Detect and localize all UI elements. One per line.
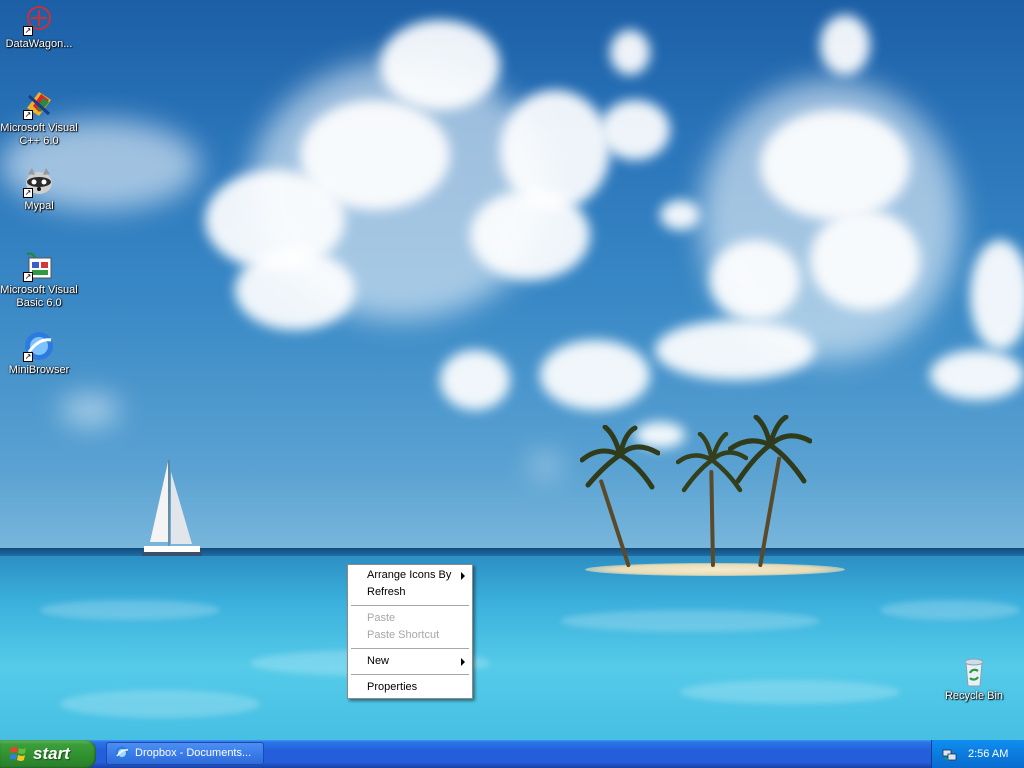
cloud (250, 60, 550, 320)
palm-fronds (728, 415, 812, 484)
cloud (610, 30, 650, 75)
cloud (530, 455, 560, 475)
water-ripple (560, 610, 820, 632)
taskbar-clock[interactable]: 2:56 AM (968, 740, 1008, 768)
cloud (970, 240, 1024, 350)
visual-cpp-icon: ↗ (23, 88, 55, 120)
menu-separator (351, 605, 469, 606)
desktop-icon-minibrowser[interactable]: ↗ MiniBrowser (0, 330, 78, 377)
cloud (600, 100, 670, 160)
start-label: start (33, 744, 70, 763)
datawagon-icon: ↗ (23, 4, 55, 36)
minibrowser-icon (115, 746, 129, 760)
cloud (700, 80, 960, 360)
menu-item-paste: Paste (350, 610, 470, 627)
water-ripple (680, 680, 900, 704)
cloud (820, 15, 870, 75)
menu-item-properties[interactable]: Properties (350, 679, 470, 696)
menu-item-label: New (367, 655, 390, 667)
desktop-icon-datawagon[interactable]: ↗ DataWagon... (0, 4, 78, 51)
desktop-context-menu: Arrange Icons By Refresh Paste Paste Sho… (347, 564, 473, 699)
minibrowser-icon: ↗ (23, 330, 55, 362)
menu-separator (351, 648, 469, 649)
desktop-icon-label: Mypal (24, 200, 54, 212)
mypal-raccoon-icon: ↗ (23, 166, 55, 198)
start-button[interactable]: start (0, 740, 96, 768)
taskbar-button-label: Dropbox - Documents... (135, 747, 252, 759)
menu-separator (351, 674, 469, 675)
taskbar-button-dropbox[interactable]: Dropbox - Documents... (106, 742, 264, 765)
taskbar: start Dropbox - Documents... 2:56 AM (0, 740, 1024, 768)
desktop-wallpaper[interactable] (0, 0, 1024, 740)
menu-item-label: Paste Shortcut (367, 629, 440, 641)
desktop-icon-label: MiniBrowser (8, 364, 70, 376)
cloud (60, 395, 120, 425)
recycle-bin-icon (958, 656, 990, 688)
menu-item-label: Properties (367, 681, 418, 693)
windows-flag-icon (10, 747, 26, 761)
menu-item-label: Refresh (367, 586, 406, 598)
desktop-icon-label: Recycle Bin (944, 690, 1004, 702)
menu-item-paste-shortcut: Paste Shortcut (350, 627, 470, 644)
menu-item-label: Paste (367, 612, 396, 624)
desktop-icon-visual-basic[interactable]: ↗ Microsoft Visual Basic 6.0 (0, 250, 78, 310)
menu-item-label: Arrange Icons By (367, 569, 452, 581)
sand-island (585, 563, 845, 576)
cloud (440, 350, 510, 410)
cloud (660, 200, 700, 230)
system-tray: 2:56 AM (931, 740, 1024, 768)
water-ripple (40, 600, 220, 620)
cloud (540, 340, 650, 410)
desktop-icon-visual-cpp[interactable]: ↗ Microsoft Visual C++ 6.0 (0, 88, 78, 148)
desktop-icon-recycle-bin[interactable]: Recycle Bin (935, 656, 1013, 703)
palm-fronds (580, 425, 660, 490)
desktop-icon-label: DataWagon... (5, 38, 73, 50)
menu-item-arrange-icons-by[interactable]: Arrange Icons By (350, 567, 470, 584)
sailboat (142, 460, 202, 556)
menu-item-new[interactable]: New (350, 653, 470, 670)
menu-item-refresh[interactable]: Refresh (350, 584, 470, 601)
desktop-icon-label: Microsoft Visual Basic 6.0 (0, 284, 78, 309)
cloud (930, 350, 1024, 400)
water-ripple (880, 600, 1020, 620)
visual-basic-icon: ↗ (23, 250, 55, 282)
submenu-arrow-icon (461, 572, 465, 580)
desktop-icon-label: Microsoft Visual C++ 6.0 (0, 122, 78, 147)
submenu-arrow-icon (461, 658, 465, 666)
desktop-icon-mypal[interactable]: ↗ Mypal (0, 166, 78, 213)
water-ripple (60, 690, 260, 718)
network-tray-icon[interactable] (942, 746, 958, 762)
